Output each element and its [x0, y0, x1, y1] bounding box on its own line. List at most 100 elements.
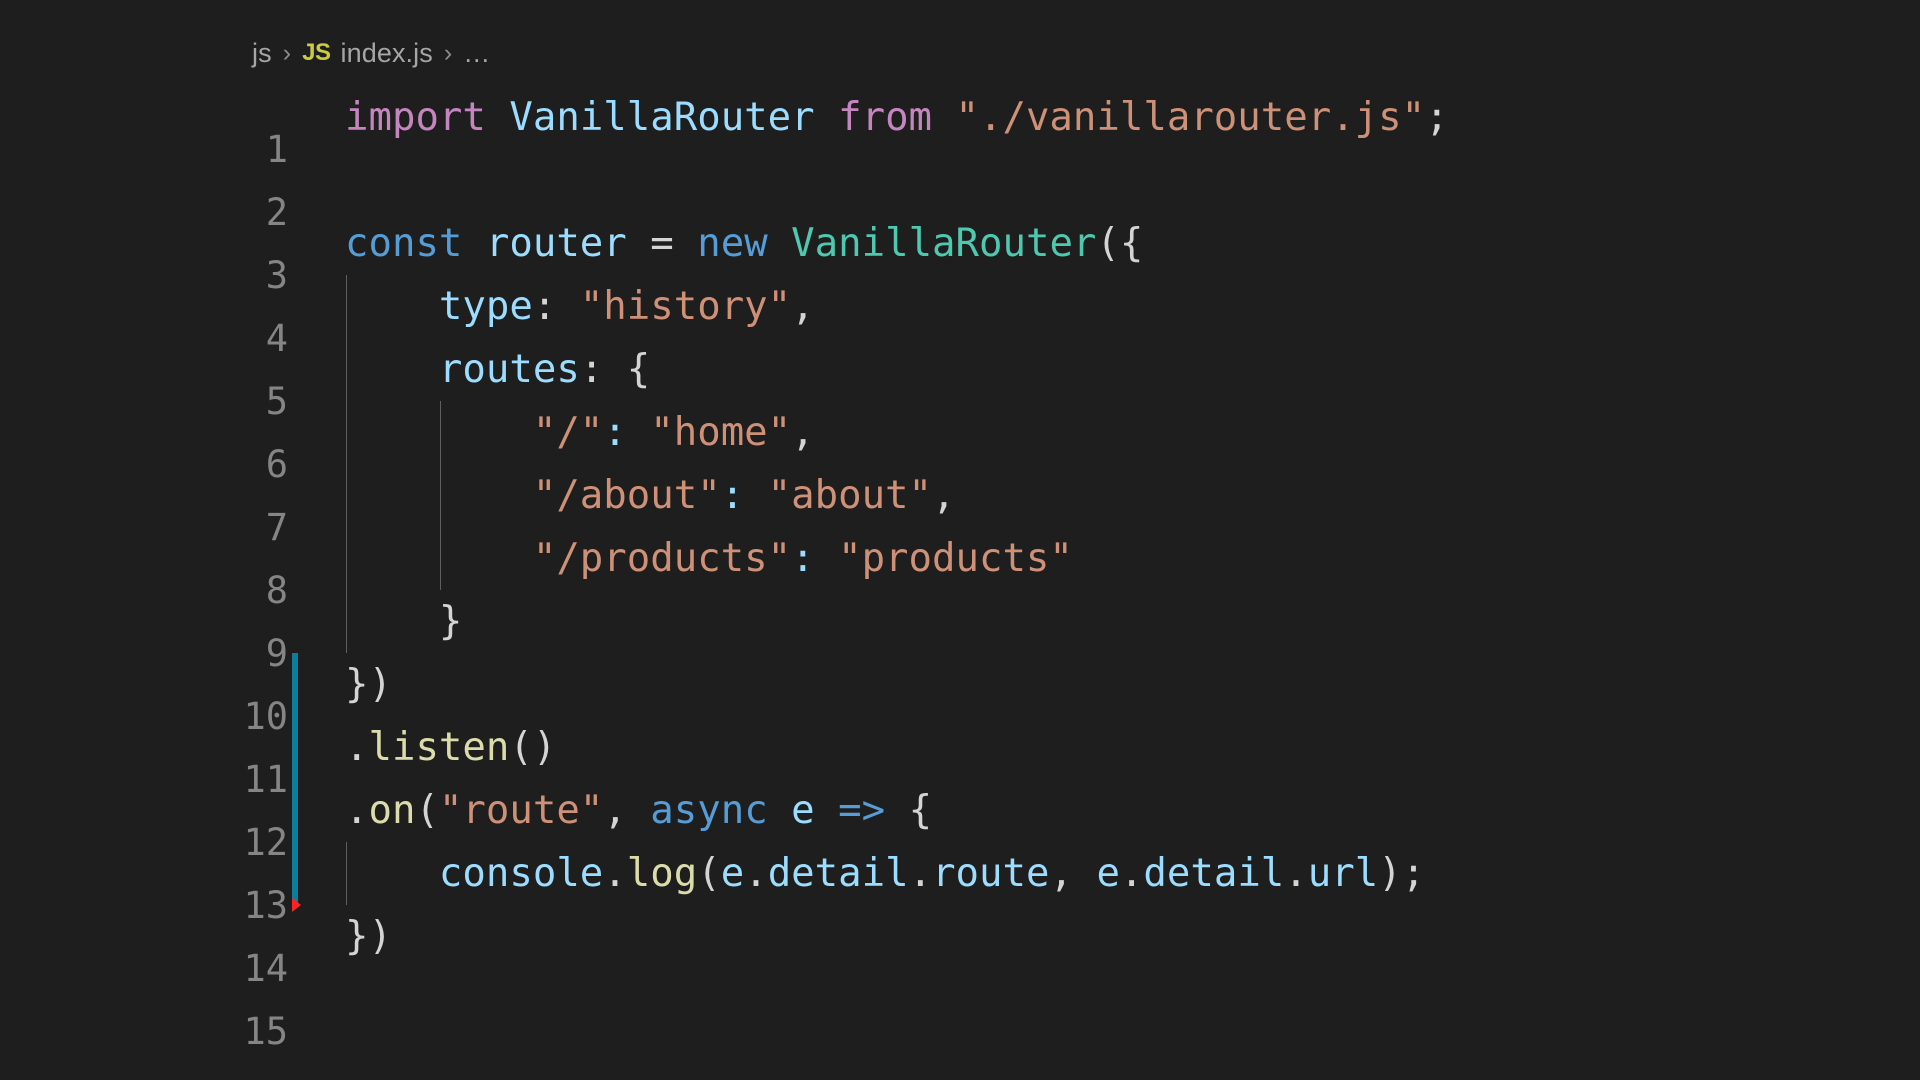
change-bar-modified[interactable] — [292, 716, 298, 779]
code-line[interactable]: 12 .on("route", async e => { — [0, 779, 1920, 864]
code-line[interactable]: 3 const router = new VanillaRouter({ — [0, 212, 1920, 297]
code-line-text[interactable]: } — [345, 590, 1920, 653]
code-line-text[interactable]: type: "history", — [345, 275, 1920, 338]
code-token: ( — [697, 851, 721, 896]
code-token: listen — [368, 725, 510, 770]
code-line[interactable]: 5 routes: { — [0, 338, 1920, 423]
code-token: from — [838, 95, 933, 140]
code-line-text[interactable]: }) — [345, 653, 1920, 716]
code-line-text[interactable]: "/": "home", — [345, 401, 1920, 464]
code-token: => — [838, 788, 886, 833]
indent-guide — [346, 464, 347, 527]
code-line[interactable]: 8 "/products": "products" — [0, 527, 1920, 612]
indent-guide — [346, 527, 347, 590]
code-token: "about" — [767, 473, 933, 518]
code-token: async — [650, 788, 768, 833]
indent-guide — [346, 275, 347, 338]
code-line[interactable]: 11 .listen() — [0, 716, 1920, 801]
change-bar-deleted[interactable] — [292, 898, 301, 912]
code-token: detail — [767, 851, 909, 896]
js-file-icon: JS — [302, 39, 331, 66]
code-line-text[interactable]: const router = new VanillaRouter({ — [345, 212, 1920, 275]
code-token: type — [438, 284, 533, 329]
code-line-text[interactable]: "/about": "about", — [345, 464, 1920, 527]
code-token: "products" — [838, 536, 1073, 581]
code-line[interactable]: 4 type: "history", — [0, 275, 1920, 360]
code-token: log — [626, 851, 698, 896]
breadcrumb-folder[interactable]: js — [252, 38, 272, 69]
code-token: }) — [345, 914, 392, 959]
code-token: . — [1119, 851, 1144, 896]
code-line[interactable]: 1 import VanillaRouter from "./vanillarou… — [0, 86, 1920, 171]
code-line-text[interactable]: "/products": "products" — [345, 527, 1920, 590]
code-token: e — [1096, 851, 1120, 896]
code-token: "home" — [650, 410, 792, 455]
change-bar-modified[interactable] — [292, 653, 298, 716]
code-token: url — [1307, 851, 1379, 896]
code-line-text[interactable]: }) — [345, 905, 1920, 968]
indent-guide — [346, 401, 347, 464]
indent-guide — [439, 401, 441, 464]
code-token: : — [720, 473, 745, 518]
code-line-text[interactable]: import VanillaRouter from "./vanillarout… — [345, 86, 1920, 149]
code-token: { — [626, 347, 651, 392]
code-line-text[interactable]: console.log(e.detail.route, e.detail.url… — [345, 842, 1920, 905]
code-line[interactable]: 7 "/about": "about", — [0, 464, 1920, 549]
code-token: ( — [415, 788, 439, 833]
breadcrumb-filename[interactable]: index.js — [341, 38, 433, 69]
code-token: on — [368, 788, 416, 833]
code-line[interactable]: 9 } — [0, 590, 1920, 675]
code-token: route — [932, 851, 1050, 896]
code-token: console — [438, 851, 604, 896]
code-token: () — [509, 725, 557, 770]
code-token: . — [908, 851, 933, 896]
indent-guide — [439, 527, 441, 590]
code-line[interactable]: 14}) — [0, 898, 1920, 990]
code-line-text[interactable]: .on("route", async e => { — [345, 779, 1920, 842]
code-line[interactable]: 13 console.log(e.detail.route, e.detail.… — [0, 842, 1920, 927]
code-line[interactable]: 6 "/": "home", — [0, 401, 1920, 486]
code-token: VanillaRouter — [509, 95, 815, 140]
code-line-text[interactable]: .listen() — [345, 716, 1920, 779]
change-bar-modified[interactable] — [292, 842, 298, 905]
code-token: . — [345, 788, 369, 833]
code-line[interactable]: 2 — [0, 149, 1920, 234]
code-content[interactable]: 1 import VanillaRouter from "./vanillarou… — [0, 86, 1920, 1053]
code-token: import — [345, 95, 486, 140]
code-token: . — [603, 851, 627, 896]
code-token: VanillaRouter — [791, 221, 1097, 266]
change-bar-modified[interactable] — [292, 779, 298, 842]
code-token: : — [532, 284, 557, 329]
code-token: ({ — [1096, 221, 1144, 266]
code-token: ; — [1425, 95, 1449, 140]
line-number: 15 — [243, 1009, 288, 1053]
code-line[interactable]: 10}) — [0, 653, 1920, 738]
breadcrumb-ellipsis[interactable]: … — [463, 38, 490, 69]
code-line-text[interactable]: routes: { — [345, 338, 1920, 401]
code-token: . — [1284, 851, 1308, 896]
code-token: ) — [1378, 851, 1402, 896]
code-line[interactable]: 15 — [0, 968, 1920, 1053]
code-token: router — [485, 221, 627, 266]
code-token: "route" — [438, 788, 604, 833]
indent-guide — [346, 590, 347, 653]
